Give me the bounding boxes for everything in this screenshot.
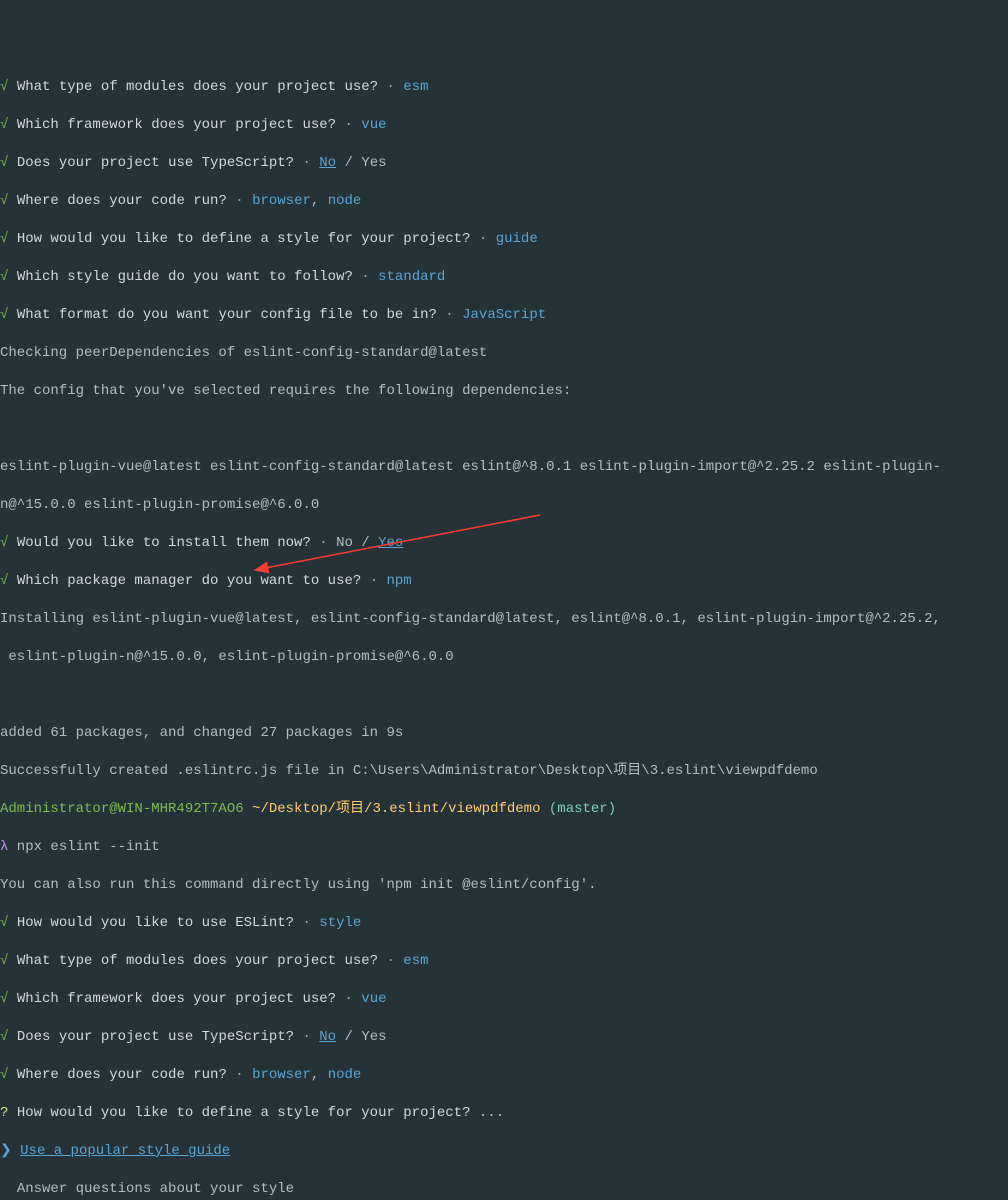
answer-yes: Yes xyxy=(378,535,403,551)
active-question: ? How would you like to define a style f… xyxy=(0,1104,1008,1123)
shell-prompt: Administrator@WIN-MHR492T7AO6 ~/Desktop/… xyxy=(0,800,1008,819)
qa-line: √ Where does your code run? · browser, n… xyxy=(0,1066,1008,1085)
answer-text: vue xyxy=(361,991,386,1007)
question-text: What format do you want your config file… xyxy=(17,307,437,323)
check-icon: √ xyxy=(0,193,8,209)
qa-line: √ Where does your code run? · browser, n… xyxy=(0,192,1008,211)
qa-line: √ What format do you want your config fi… xyxy=(0,306,1008,325)
check-icon: √ xyxy=(0,307,8,323)
log-line: eslint-plugin-vue@latest eslint-config-s… xyxy=(0,458,1008,477)
user-host: Administrator@WIN-MHR492T7AO6 xyxy=(0,801,244,817)
question-text: Which framework does your project use? xyxy=(17,117,336,133)
qa-line: √ How would you like to use ESLint? · st… xyxy=(0,914,1008,933)
question-text: Would you like to install them now? xyxy=(17,535,311,551)
question-text: Where does your code run? xyxy=(17,193,227,209)
answer-yes: Yes xyxy=(361,155,386,171)
check-icon: √ xyxy=(0,155,8,171)
qa-line: √ Which framework does your project use?… xyxy=(0,116,1008,135)
log-line: eslint-plugin-n@^15.0.0, eslint-plugin-p… xyxy=(0,648,1008,667)
answer-no: No xyxy=(319,155,336,171)
question-text: How would you like to use ESLint? xyxy=(17,915,294,931)
answer-text: browser xyxy=(252,193,311,209)
check-icon: √ xyxy=(0,117,8,133)
log-line: Installing eslint-plugin-vue@latest, esl… xyxy=(0,610,1008,629)
blank-line xyxy=(0,420,1008,439)
question-text: Which style guide do you want to follow? xyxy=(17,269,353,285)
qa-line: √ How would you like to define a style f… xyxy=(0,230,1008,249)
question-text: What type of modules does your project u… xyxy=(17,79,378,95)
question-text: Where does your code run? xyxy=(17,1067,227,1083)
blank-line xyxy=(0,686,1008,705)
command-line[interactable]: λ npx eslint --init xyxy=(0,838,1008,857)
answer-text: node xyxy=(328,1067,362,1083)
answer-text: npm xyxy=(387,573,412,589)
answer-yes: Yes xyxy=(361,1029,386,1045)
qa-line: √ Which style guide do you want to follo… xyxy=(0,268,1008,287)
qa-line: √ Does your project use TypeScript? · No… xyxy=(0,1028,1008,1047)
check-icon: √ xyxy=(0,1029,8,1045)
question-text: Which package manager do you want to use… xyxy=(17,573,361,589)
answer-text: esm xyxy=(403,79,428,95)
check-icon: √ xyxy=(0,991,8,1007)
check-icon: √ xyxy=(0,573,8,589)
answer-text: standard xyxy=(378,269,445,285)
qa-line: √ What type of modules does your project… xyxy=(0,952,1008,971)
check-icon: √ xyxy=(0,535,8,551)
answer-text: JavaScript xyxy=(462,307,546,323)
answer-no: No xyxy=(336,535,353,551)
check-icon: √ xyxy=(0,79,8,95)
log-line: Checking peerDependencies of eslint-conf… xyxy=(0,344,1008,363)
prompt-lambda-icon: λ xyxy=(0,839,8,855)
cursor-icon: ❯ xyxy=(0,1143,12,1159)
question-text: Does your project use TypeScript? xyxy=(17,155,294,171)
option-selected[interactable]: ❯ Use a popular style guide xyxy=(0,1142,1008,1161)
qa-line: √ What type of modules does your project… xyxy=(0,78,1008,97)
check-icon: √ xyxy=(0,269,8,285)
question-mark-icon: ? xyxy=(0,1105,8,1121)
answer-text: guide xyxy=(496,231,538,247)
option-text: Answer questions about your style xyxy=(17,1181,294,1197)
question-text: What type of modules does your project u… xyxy=(17,953,378,969)
log-line: You can also run this command directly u… xyxy=(0,876,1008,895)
check-icon: √ xyxy=(0,915,8,931)
ellipsis: ... xyxy=(471,1105,505,1121)
command-text: npx eslint --init xyxy=(8,839,159,855)
question-text: How would you like to define a style for… xyxy=(17,1105,471,1121)
answer-text: esm xyxy=(403,953,428,969)
log-line: added 61 packages, and changed 27 packag… xyxy=(0,724,1008,743)
log-line: Successfully created .eslintrc.js file i… xyxy=(0,762,1008,781)
qa-line: √ Which package manager do you want to u… xyxy=(0,572,1008,591)
log-line: n@^15.0.0 eslint-plugin-promise@^6.0.0 xyxy=(0,496,1008,515)
check-icon: √ xyxy=(0,1067,8,1083)
git-branch: (master) xyxy=(549,801,616,817)
question-text: How would you like to define a style for… xyxy=(17,231,471,247)
question-text: Does your project use TypeScript? xyxy=(17,1029,294,1045)
qa-line: √ Would you like to install them now? · … xyxy=(0,534,1008,553)
answer-text: style xyxy=(319,915,361,931)
question-text: Which framework does your project use? xyxy=(17,991,336,1007)
log-line: The config that you've selected requires… xyxy=(0,382,1008,401)
answer-no: No xyxy=(319,1029,336,1045)
answer-text: vue xyxy=(361,117,386,133)
check-icon: √ xyxy=(0,953,8,969)
qa-line: √ Does your project use TypeScript? · No… xyxy=(0,154,1008,173)
check-icon: √ xyxy=(0,231,8,247)
qa-line: √ Which framework does your project use?… xyxy=(0,990,1008,1009)
cwd-path: ~/Desktop/项目/3.eslint/viewpdfdemo xyxy=(244,801,549,817)
option[interactable]: Answer questions about your style xyxy=(0,1180,1008,1199)
answer-text: browser xyxy=(252,1067,311,1083)
answer-text: node xyxy=(328,193,362,209)
option-text: Use a popular style guide xyxy=(20,1143,230,1159)
